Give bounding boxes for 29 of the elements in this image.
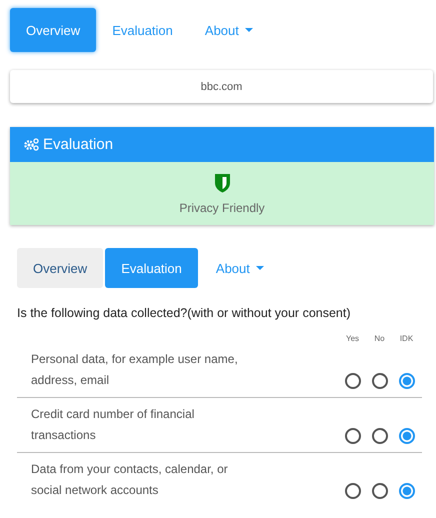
radio-button[interactable] bbox=[398, 428, 414, 444]
about-dropdown[interactable]: About bbox=[200, 248, 280, 288]
nav-tab[interactable]: Evaluation bbox=[96, 8, 189, 52]
radio-button[interactable] bbox=[344, 483, 360, 499]
caret-icon bbox=[244, 28, 253, 32]
radio-button[interactable] bbox=[344, 373, 360, 389]
nav-tab[interactable]: Overview bbox=[17, 248, 104, 288]
question-text: Is the following data collected?(with or without your consent) bbox=[17, 306, 352, 320]
column-header: IDK bbox=[398, 334, 414, 343]
radio-button[interactable] bbox=[398, 483, 414, 499]
data-item-label: Data from your contacts, calendar, or social network accounts bbox=[31, 461, 229, 499]
nav-tab[interactable]: Overview bbox=[10, 8, 96, 52]
radio-button[interactable] bbox=[372, 373, 388, 389]
radio-button[interactable] bbox=[398, 373, 414, 389]
caret-icon bbox=[256, 266, 264, 270]
shield-icon bbox=[214, 172, 230, 192]
data-item-label: Personal data, for example user name, address, email bbox=[31, 351, 239, 389]
column-header: No bbox=[373, 334, 386, 343]
radio-button[interactable] bbox=[344, 428, 360, 444]
column-header: Yes bbox=[344, 334, 360, 343]
panel-title: Evaluation bbox=[43, 136, 114, 153]
radio-button[interactable] bbox=[372, 428, 388, 444]
verdict-label: Privacy Friendly bbox=[179, 200, 265, 214]
domain-label: bbc.com bbox=[10, 70, 433, 103]
data-item-label: Credit card number of financial transactions bbox=[31, 406, 196, 444]
nav-tab[interactable]: Evaluation bbox=[105, 248, 198, 288]
about-dropdown[interactable]: About bbox=[188, 8, 269, 52]
radio-button[interactable] bbox=[372, 483, 388, 499]
gears-icon bbox=[24, 138, 39, 151]
